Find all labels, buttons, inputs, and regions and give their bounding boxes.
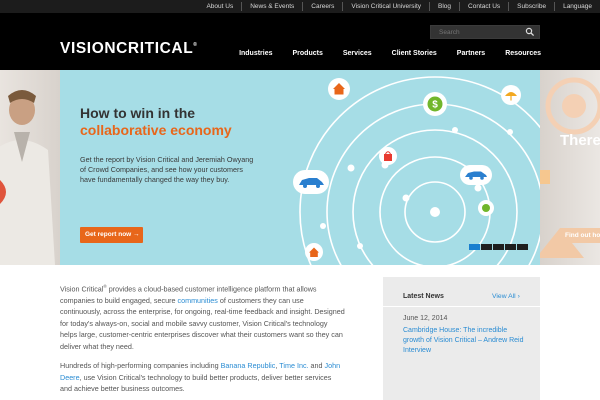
utility-link-subscribe[interactable]: Subscribe xyxy=(508,2,554,11)
nav-client-stories[interactable]: Client Stories xyxy=(392,50,437,57)
search-box xyxy=(430,25,540,39)
nav-resources[interactable]: Resources xyxy=(505,50,541,57)
brand-logo[interactable]: VISIONCRITICAL® xyxy=(60,40,198,58)
hero-description: Get the report by Vision Critical and Je… xyxy=(80,155,254,184)
communities-link[interactable]: communities xyxy=(177,296,217,305)
utility-link-news-events[interactable]: News & Events xyxy=(241,2,302,11)
utility-link-careers[interactable]: Careers xyxy=(302,2,342,11)
utility-link-university[interactable]: Vision Critical University xyxy=(342,2,429,11)
slide-indicator[interactable] xyxy=(493,244,504,250)
search-icon[interactable] xyxy=(525,27,535,37)
hero-carousel: $ How to win in the collaborative econom… xyxy=(0,70,600,265)
site-header: VISIONCRITICAL® Industries Products Serv… xyxy=(0,13,600,70)
slider-pager xyxy=(469,244,529,250)
intro-brand: Vision Critical xyxy=(60,284,104,294)
svg-text:$: $ xyxy=(432,100,438,111)
utility-nav: About Us News & Events Careers Vision Cr… xyxy=(198,0,600,13)
car-icon xyxy=(460,165,492,185)
nav-services[interactable]: Services xyxy=(343,50,372,57)
house-icon xyxy=(305,243,323,261)
slide-indicator[interactable] xyxy=(505,244,516,250)
clients-text: Hundreds of high-performing companies in… xyxy=(60,361,221,370)
slide-indicator[interactable] xyxy=(481,244,492,250)
get-report-button[interactable]: Get report now → xyxy=(80,227,143,243)
hero-title: How to win in the xyxy=(80,105,196,121)
news-title: Latest News xyxy=(403,293,444,300)
news-headline-link[interactable]: Cambridge House: The incredible growth o… xyxy=(403,326,528,356)
shopping-bag-icon xyxy=(379,147,397,165)
view-all-link[interactable]: View All › xyxy=(492,293,520,300)
intro-paragraph: Vision Critical® provides a cloud-based … xyxy=(60,281,345,352)
person-photo xyxy=(0,90,55,265)
nav-industries[interactable]: Industries xyxy=(239,50,272,57)
search-input[interactable] xyxy=(431,26,525,38)
bicycle-icon xyxy=(478,200,494,216)
logo-text: VISIONCRITICAL xyxy=(60,40,194,57)
car-icon xyxy=(293,170,329,194)
news-date: June 12, 2014 xyxy=(403,315,448,322)
banana-republic-link[interactable]: Banana Republic xyxy=(221,361,276,370)
nav-products[interactable]: Products xyxy=(293,50,323,57)
slide-indicator[interactable] xyxy=(469,244,480,250)
hero-title-accent: collaborative economy xyxy=(80,122,232,138)
news-header: Latest News View All › xyxy=(383,277,540,307)
registered-mark: ® xyxy=(193,42,198,48)
active-slide: $ How to win in the collaborative econom… xyxy=(60,70,540,265)
utility-link-contact-us[interactable]: Contact Us xyxy=(459,2,508,11)
dollar-icon: $ xyxy=(423,92,447,116)
time-inc-link[interactable]: Time Inc. xyxy=(279,361,308,370)
next-slide-button[interactable]: Find out how xyxy=(560,228,600,243)
conjunction: and xyxy=(308,361,325,370)
utility-link-about-us[interactable]: About Us xyxy=(198,2,241,11)
clients-text: , use Vision Critical's technology to bu… xyxy=(60,372,332,394)
latest-news-panel: Latest News View All › June 12, 2014 Cam… xyxy=(383,277,540,400)
utility-bar: About Us News & Events Careers Vision Cr… xyxy=(0,0,600,13)
nav-partners[interactable]: Partners xyxy=(457,50,485,57)
utility-link-blog[interactable]: Blog xyxy=(429,2,459,11)
house-icon xyxy=(328,78,350,100)
next-slide-title: There xyxy=(560,132,600,149)
umbrella-icon xyxy=(501,85,521,105)
next-slide-preview[interactable]: There Find out how xyxy=(540,70,600,265)
clients-paragraph: Hundreds of high-performing companies in… xyxy=(60,360,345,395)
slide-indicator[interactable] xyxy=(517,244,528,250)
language-selector[interactable]: Language xyxy=(554,2,600,11)
main-nav: Industries Products Services Client Stor… xyxy=(219,50,541,57)
previous-slide-preview[interactable] xyxy=(0,70,60,265)
